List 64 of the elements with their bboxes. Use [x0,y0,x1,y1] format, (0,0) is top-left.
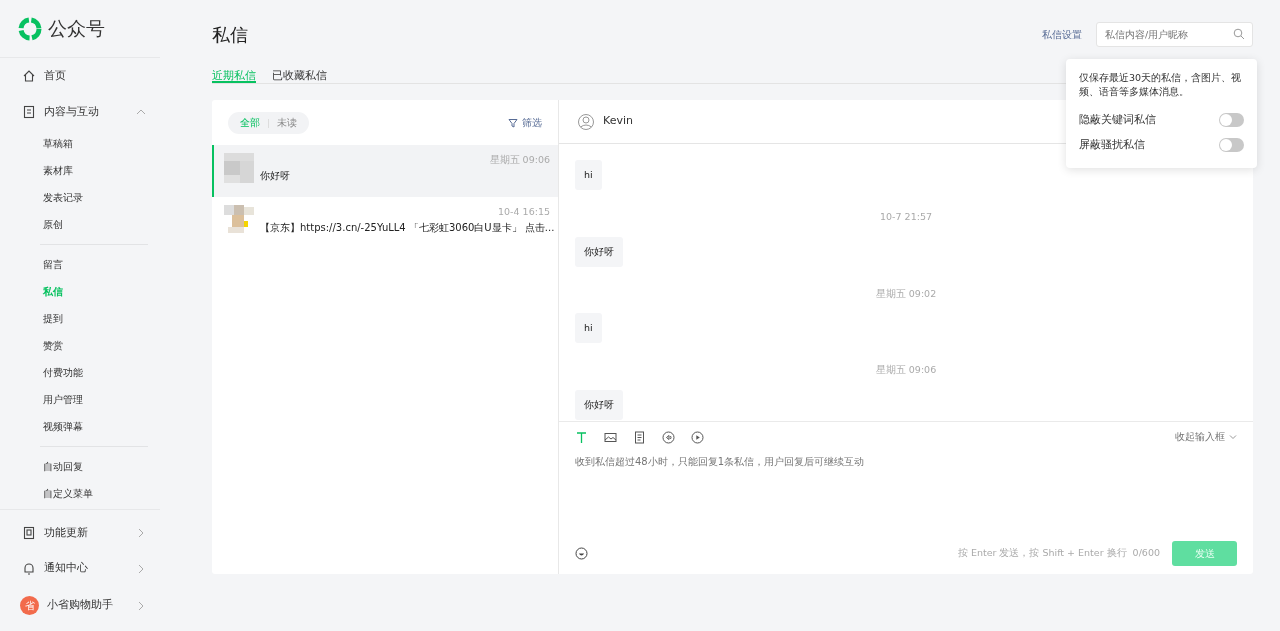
search-field[interactable]: 私信内容/用户昵称 [1096,21,1253,47]
collapse-link[interactable]: 收起输入框 [1175,430,1225,445]
search-icon[interactable] [1233,27,1245,40]
nav-subitem[interactable]: 提到 [0,305,160,332]
nav-subitem[interactable]: 用户管理 [0,386,160,413]
nav-item[interactable]: 省 小省购物助手 [0,587,160,624]
page-title: 私信 [212,22,248,47]
chevron-right-icon[interactable] [136,600,146,611]
message-time: 星期五 09:06 [488,153,550,168]
chevron-right-icon[interactable] [136,563,146,574]
notebook-icon [22,526,36,540]
message-bubble: hi [575,160,602,191]
nav-subitem[interactable]: 赞赏 [0,332,160,359]
nav-subitem[interactable]: 付费功能 [0,359,160,386]
nav-subitem[interactable]: 发表记录 [0,184,160,211]
text-icon[interactable] [575,430,588,444]
nav-item[interactable]: 首页 [0,58,160,94]
home-icon [22,69,36,83]
emoji-icon[interactable] [575,547,588,560]
bell-icon [22,561,36,576]
message-time: 星期五 09:06 [875,364,937,376]
audio-icon[interactable] [662,430,675,444]
toggle-switch[interactable] [1219,138,1244,152]
message-bubble: 你好呀 [575,236,623,267]
avatar-icon [577,112,595,131]
nav-subitem[interactable]: 素材库 [0,157,160,184]
play-icon[interactable] [691,430,704,444]
tab[interactable]: 已收藏私信 [272,68,327,83]
conversation-item[interactable]: 星期五 09:06 你好呀 [212,145,558,198]
chevron-right-icon[interactable] [136,528,146,538]
logo-text: 公众号 [48,16,105,42]
caret-up-icon[interactable] [136,107,146,117]
nav-subitem[interactable]: 视频弹幕 [0,413,160,440]
nav-item[interactable]: 内容与互动 [0,94,160,130]
message-preview: 你好呀 [260,168,291,183]
message-bubble: 你好呀 [575,389,623,420]
chevron-down-icon[interactable] [1229,433,1237,442]
message-time: 星期五 09:02 [875,287,937,299]
avatar-badge: 省 [20,596,39,615]
document-icon [22,105,36,119]
contact-name: Kevin [603,113,633,130]
nav-subitem[interactable]: 留言 [0,251,160,278]
image-icon[interactable] [604,430,617,444]
input-hint: 按 Enter 发送，按 Shift + Enter 换行 [957,546,1127,561]
popover-note: 仅保存最近30天的私信，含图片、视频、语音等多媒体消息。 [1079,71,1243,100]
nav-subitem[interactable]: 草稿箱 [0,130,160,157]
nav-item[interactable]: 通知中心 [0,550,160,587]
nav-subitem[interactable]: 自定义菜单 [0,480,160,507]
nav-subitem[interactable]: 自动回复 [0,453,160,480]
message-time: 10-7 21:57 [880,211,932,223]
nav-subitem[interactable]: 原创 [0,211,160,238]
character-counter: 0/600 [1132,546,1160,561]
document-icon[interactable] [633,430,646,444]
logo-icon [18,16,42,41]
nav-item[interactable]: 功能更新 [0,516,160,550]
funnel-icon[interactable] [508,118,518,129]
toggle-label: 屏蔽骚扰私信 [1079,136,1145,153]
conversation-item[interactable]: 10-4 16:15 【京东】https://3.cn/-25YuLL4 「七彩虹3060白U显卡」 点击... [212,197,558,250]
toggle-label: 隐蔽关键词私信 [1079,111,1156,128]
filter-link[interactable]: 筛选 [522,116,542,131]
message-time: 10-4 16:15 [497,205,550,220]
toggle-switch[interactable] [1219,113,1244,127]
settings-link[interactable]: 私信设置 [1042,26,1082,42]
message-bubble: hi [575,313,602,344]
